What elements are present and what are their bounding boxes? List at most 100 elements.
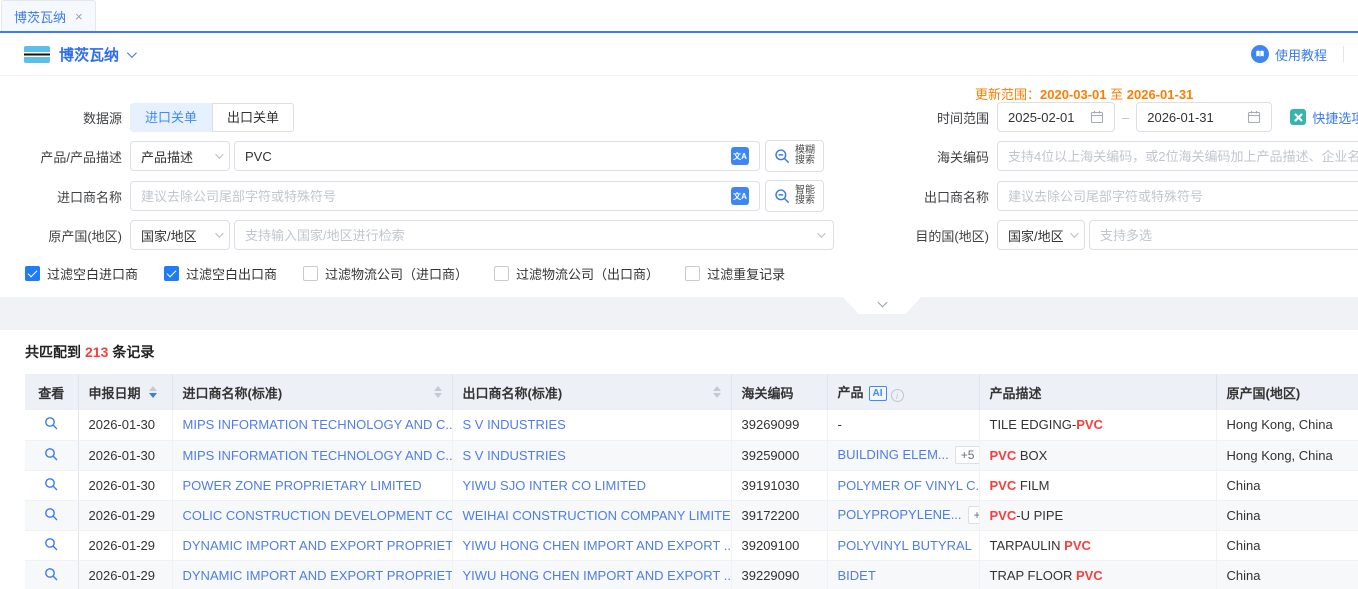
tutorial-book-icon (1251, 45, 1269, 63)
view-magnifier-icon[interactable] (44, 567, 58, 581)
keyword-highlight: PVC (990, 448, 1017, 463)
cell-description: TARPAULIN PVC (979, 530, 1216, 560)
cell-origin: China (1216, 500, 1358, 530)
cell-description: TRAP FLOOR PVC (979, 560, 1216, 589)
checkbox-filter-blank-exporter[interactable]: 过滤空白出口商 (164, 264, 277, 283)
exporter-link[interactable]: YIWU HONG CHEN IMPORT AND EXPORT ... (463, 538, 732, 553)
translate-icon[interactable]: 文A (731, 147, 749, 165)
tab-bar: 博茨瓦纳 × (0, 0, 1358, 33)
collapse-filters-handle[interactable] (843, 297, 921, 314)
importer-label: 进口商名称 (0, 187, 130, 206)
importer-value[interactable] (141, 189, 731, 204)
origin-country-input[interactable] (234, 220, 834, 250)
destination-country-value[interactable] (1100, 228, 1358, 243)
exporter-link[interactable]: S V INDUSTRIES (463, 448, 566, 463)
column-product: 产品AIi (827, 374, 979, 410)
column-hs-code: 海关编码 (731, 374, 827, 410)
date-to-input[interactable] (1136, 102, 1272, 132)
cell-date: 2026-01-30 (78, 470, 172, 500)
cell-description: PVC-U PIPE (979, 500, 1216, 530)
importer-link[interactable]: MIPS INFORMATION TECHNOLOGY AND C... (183, 417, 453, 432)
importer-link[interactable]: DYNAMIC IMPORT AND EXPORT PROPRIET... (183, 568, 453, 583)
time-range-label: 时间范围 (845, 108, 997, 127)
checkbox-filter-duplicates[interactable]: 过滤重复记录 (685, 264, 785, 283)
column-exporter[interactable]: 出口商名称(标准) (452, 374, 731, 410)
view-cell (25, 500, 78, 530)
info-icon[interactable]: i (891, 389, 904, 402)
product-link[interactable]: POLYVINYL BUTYRAL (838, 538, 972, 553)
exporter-input[interactable] (997, 181, 1358, 211)
product-search-input[interactable]: 文A (234, 141, 760, 171)
tab-botswana[interactable]: 博茨瓦纳 × (1, 0, 96, 31)
exporter-link[interactable]: YIWU HONG CHEN IMPORT AND EXPORT ... (463, 568, 732, 583)
tab-close-icon[interactable]: × (75, 9, 83, 24)
date-from-value[interactable] (1008, 110, 1084, 125)
origin-country-value[interactable] (245, 228, 811, 243)
tutorial-button[interactable]: 使用教程 (1251, 45, 1327, 64)
origin-type-select[interactable]: 国家/地区 (130, 220, 230, 250)
importer-link[interactable]: DYNAMIC IMPORT AND EXPORT PROPRIET... (183, 538, 453, 553)
importer-link[interactable]: POWER ZONE PROPRIETARY LIMITED (183, 478, 422, 493)
translate-icon[interactable]: 文A (731, 187, 749, 205)
zoom-search-icon (774, 188, 790, 204)
ai-badge: AI (869, 386, 887, 401)
smart-search-button[interactable]: 智能搜索 (765, 180, 824, 212)
product-link[interactable]: POLYPROPYLENE... (838, 507, 962, 522)
product-type-select[interactable]: 产品描述 (130, 141, 230, 171)
botswana-flag-icon (24, 46, 50, 63)
view-magnifier-icon[interactable] (44, 507, 58, 521)
date-from-input[interactable] (997, 102, 1115, 132)
importer-link[interactable]: MIPS INFORMATION TECHNOLOGY AND C... (183, 448, 453, 463)
tab-export-declarations[interactable]: 出口关单 (212, 103, 294, 132)
checkbox-filter-blank-importer[interactable]: 过滤空白进口商 (25, 264, 138, 283)
keyword-highlight: PVC (1076, 417, 1103, 432)
results-table: 查看 申报日期 进口商名称(标准) 出口商名称(标准) 海关编码 产品AIi 产… (25, 374, 1358, 589)
checkbox-icon (25, 266, 40, 281)
table-row: 2026-01-29 COLIC CONSTRUCTION DEVELOPMEN… (25, 500, 1358, 530)
chevron-down-icon[interactable] (127, 48, 137, 58)
product-more-badge[interactable]: +2 (968, 506, 979, 524)
importer-input[interactable]: 文A (130, 181, 760, 211)
chevron-down-icon (1070, 229, 1078, 237)
view-magnifier-icon[interactable] (44, 416, 58, 430)
product-value: - (838, 417, 842, 432)
fuzzy-search-button[interactable]: 模糊搜索 (765, 140, 824, 172)
checkbox-filter-logistics-importer[interactable]: 过滤物流公司（进口商） (303, 264, 468, 283)
cell-date: 2026-01-29 (78, 530, 172, 560)
date-to-value[interactable] (1147, 110, 1241, 125)
cell-hs-code: 39209100 (731, 530, 827, 560)
tab-import-declarations[interactable]: 进口关单 (130, 103, 212, 132)
app-header: 博茨瓦纳 使用教程 (0, 33, 1358, 76)
destination-type-select[interactable]: 国家/地区 (997, 220, 1085, 250)
cell-description: PVC FILM (979, 470, 1216, 500)
cell-origin: China (1216, 530, 1358, 560)
chevron-down-icon (877, 298, 887, 308)
product-link[interactable]: BIDET (838, 568, 876, 583)
product-more-badge[interactable]: +5 (955, 446, 979, 464)
cell-date: 2026-01-30 (78, 440, 172, 470)
exporter-link[interactable]: S V INDUSTRIES (463, 417, 566, 432)
results-count: 213 (85, 344, 108, 360)
table-header-row: 查看 申报日期 进口商名称(标准) 出口商名称(标准) 海关编码 产品AIi 产… (25, 374, 1358, 410)
product-link[interactable]: BUILDING ELEM... (838, 447, 949, 462)
column-date[interactable]: 申报日期 (78, 374, 172, 410)
exporter-value[interactable] (1008, 189, 1358, 204)
exporter-link[interactable]: WEIHAI CONSTRUCTION COMPANY LIMITED (463, 508, 732, 523)
column-importer[interactable]: 进口商名称(标准) (172, 374, 452, 410)
cell-date: 2026-01-30 (78, 410, 172, 440)
product-label: 产品/产品描述 (0, 147, 130, 166)
checkbox-filter-logistics-exporter[interactable]: 过滤物流公司（出口商） (494, 264, 659, 283)
destination-country-input[interactable] (1089, 220, 1358, 250)
hs-code-value[interactable] (1008, 149, 1358, 164)
view-magnifier-icon[interactable] (44, 477, 58, 491)
view-magnifier-icon[interactable] (44, 537, 58, 551)
table-row: 2026-01-30 MIPS INFORMATION TECHNOLOGY A… (25, 410, 1358, 440)
view-magnifier-icon[interactable] (44, 447, 58, 461)
product-search-value[interactable] (245, 149, 731, 164)
quick-options-icon (1290, 109, 1306, 125)
quick-options-button[interactable]: 快捷选项 (1290, 108, 1358, 127)
hs-code-input[interactable] (997, 141, 1358, 171)
exporter-link[interactable]: YIWU SJO INTER CO LIMITED (463, 478, 646, 493)
product-link[interactable]: POLYMER OF VINYL C... (838, 478, 980, 493)
importer-link[interactable]: COLIC CONSTRUCTION DEVELOPMENT CO ... (183, 508, 453, 523)
